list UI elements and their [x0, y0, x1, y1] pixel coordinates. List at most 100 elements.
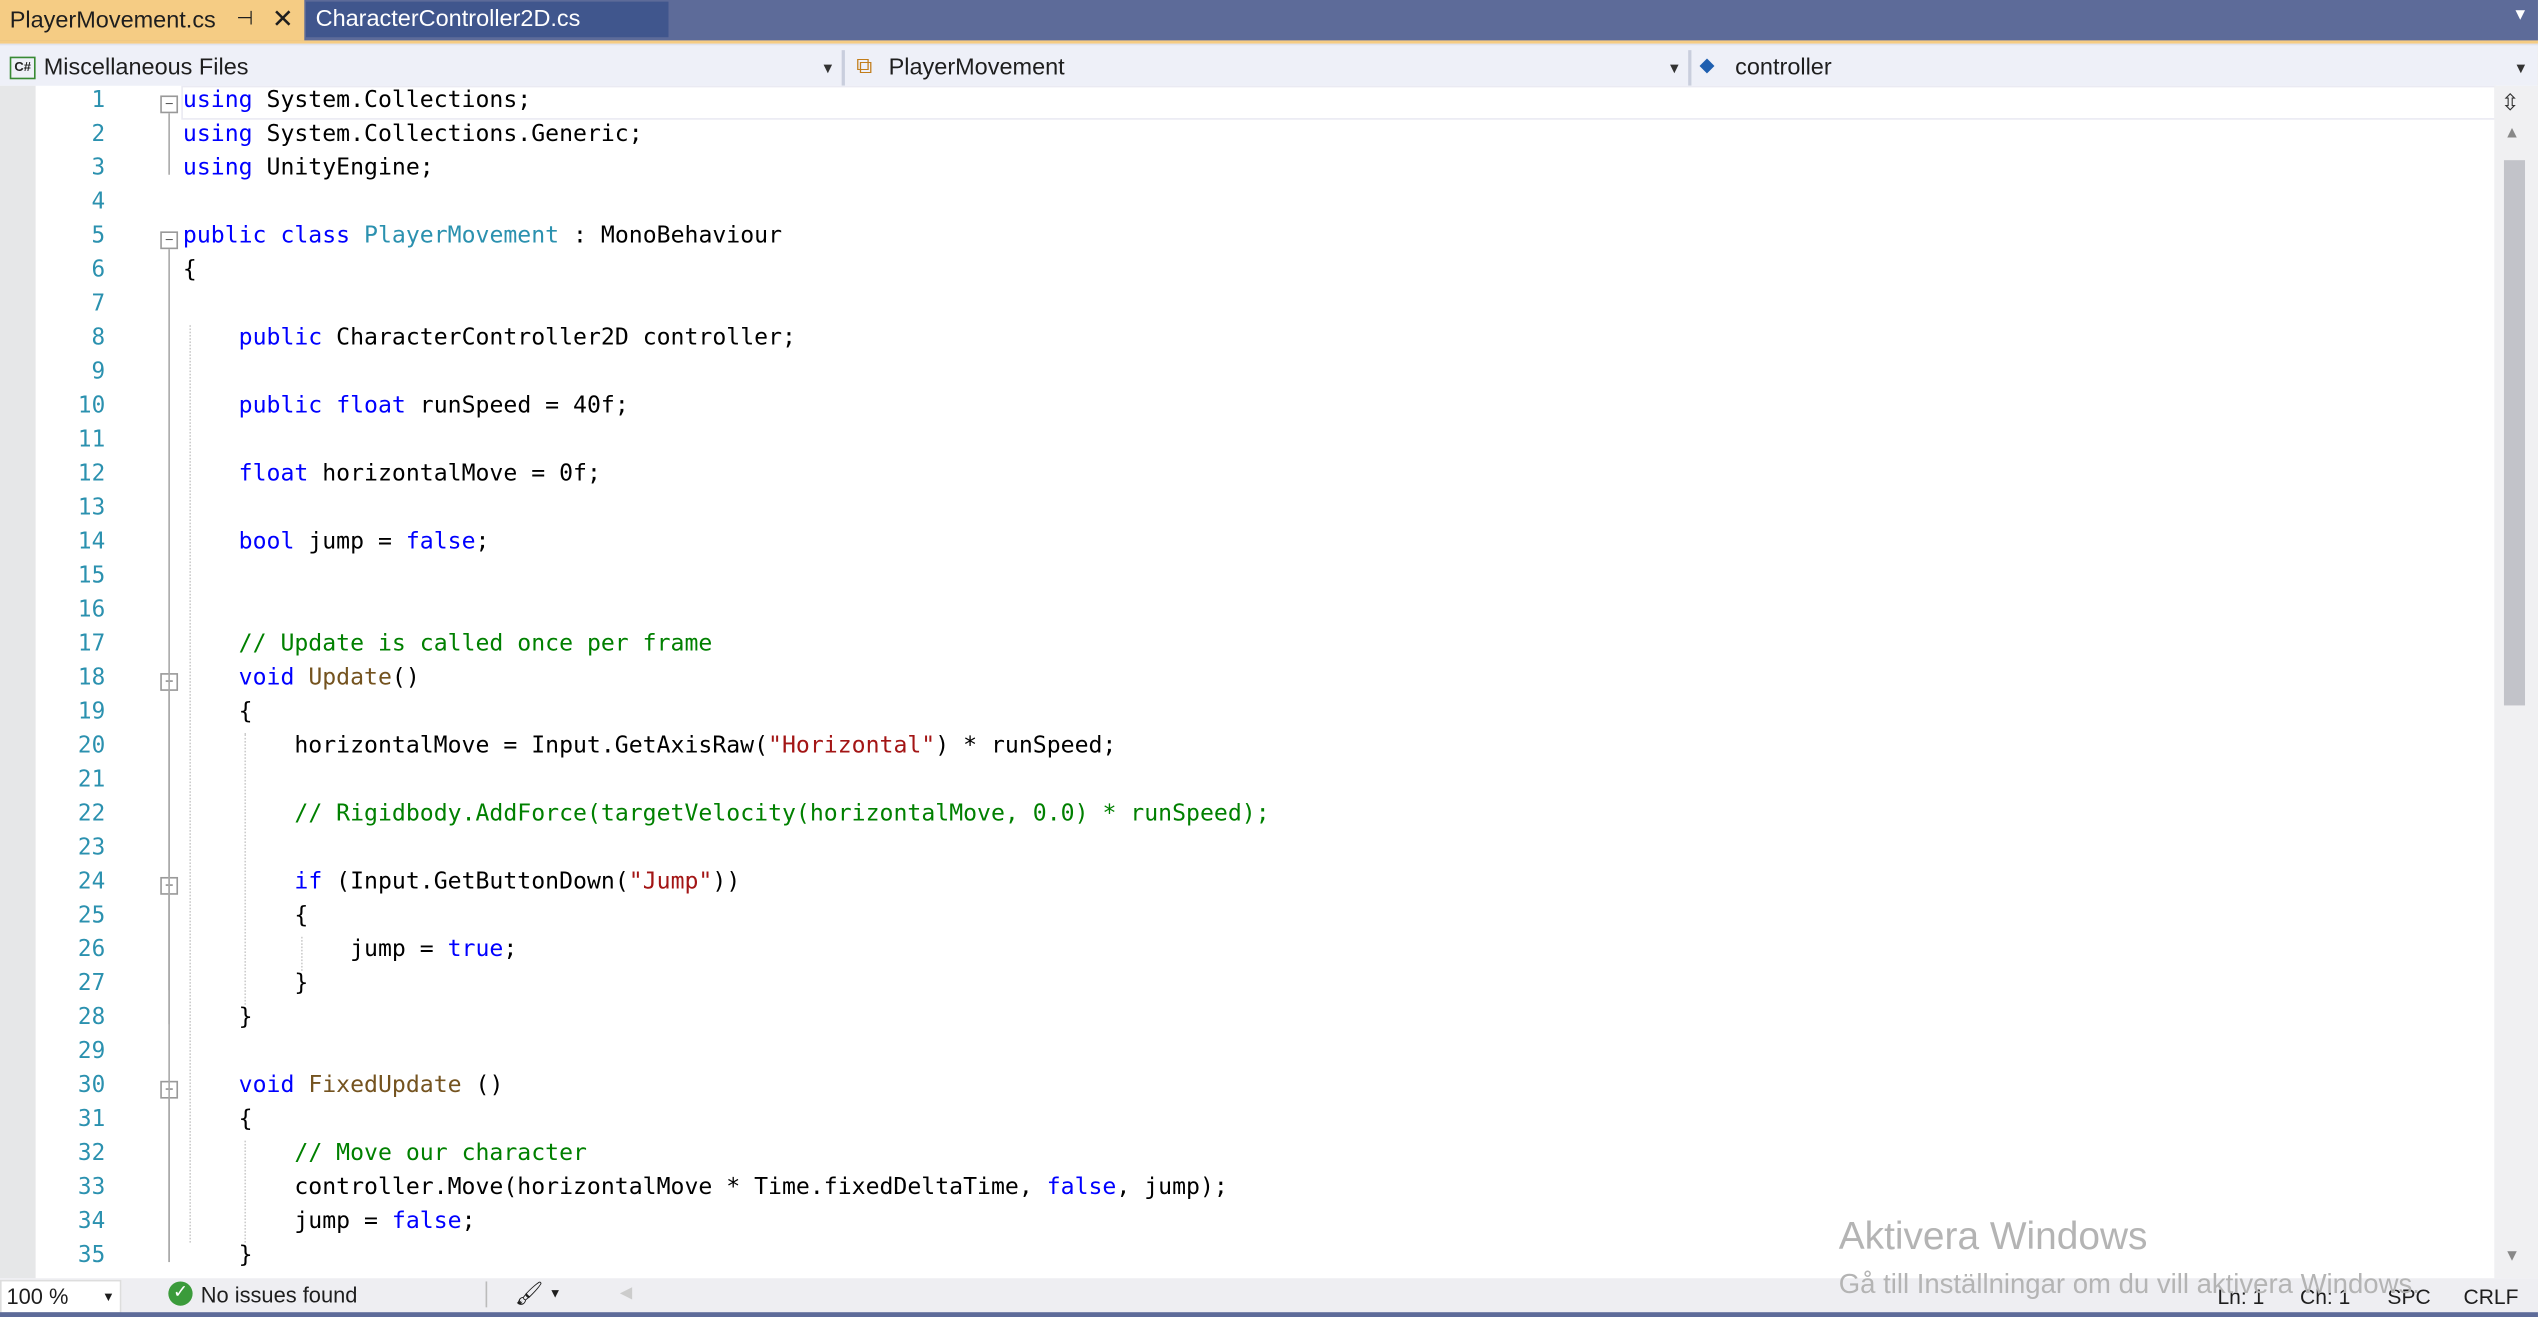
code-line[interactable]: // Rigidbody.AddForce(targetVelocity(hor…	[183, 801, 1270, 827]
scroll-up-icon[interactable]: ▲	[2504, 125, 2520, 143]
line-number: 32	[77, 1140, 106, 1167]
close-tab-icon[interactable]: ✕	[272, 3, 294, 35]
code-line[interactable]: using System.Collections.Generic;	[183, 121, 643, 147]
keyword-token: public	[238, 393, 323, 420]
code-line[interactable]: // Update is called once per frame	[183, 631, 713, 657]
type-token: PlayerMovement	[364, 223, 560, 250]
code-line[interactable]: }	[183, 1005, 253, 1031]
plain-token: }	[182, 1242, 253, 1269]
line-number: 35	[77, 1242, 106, 1269]
plain-token: (Input.GetButtonDown(	[322, 868, 629, 895]
plain-token: {	[182, 698, 253, 725]
csharp-file-icon: C#	[9, 56, 36, 80]
keyword-token: false	[1046, 1174, 1117, 1201]
plain-token: runSpeed = 40f;	[405, 393, 629, 420]
vertical-scrollbar[interactable]: ⇳ ▲ ▼	[2494, 85, 2538, 1279]
plain-token: ) * runSpeed;	[935, 732, 1117, 759]
zoom-value: 100 %	[6, 1284, 69, 1309]
code-line[interactable]: bool jump = false;	[183, 529, 490, 555]
code-line[interactable]: {	[183, 1107, 253, 1133]
keyword-token: public	[182, 223, 267, 250]
code-line[interactable]: {	[183, 699, 253, 725]
code-cleanup-brush-icon[interactable]: 🖌	[515, 1280, 544, 1308]
line-number: 9	[91, 359, 106, 386]
keyword-token: true	[447, 936, 504, 963]
chevron-down-icon[interactable]: ▼	[549, 1286, 562, 1301]
line-number: 16	[77, 597, 106, 623]
code-line[interactable]: }	[183, 1243, 253, 1269]
line-ending-indicator[interactable]: CRLF	[2464, 1285, 2519, 1309]
code-line[interactable]: public CharacterController2D controller;	[183, 325, 796, 351]
method-token: Update	[308, 664, 392, 691]
class-dropdown[interactable]: ⧉ PlayerMovement ▼	[848, 49, 1686, 88]
line-number: 4	[91, 189, 106, 216]
code-line[interactable]: jump = false;	[182, 1208, 476, 1235]
code-line[interactable]: jump = true;	[183, 937, 517, 963]
code-line[interactable]: horizontalMove = Input.GetAxisRaw("Horiz…	[183, 733, 1116, 759]
member-dropdown[interactable]: ◆ controller ▼	[1693, 49, 2535, 88]
code-line[interactable]: using System.Collections;	[183, 87, 531, 113]
comment-token: // Update is called once per frame	[238, 631, 713, 657]
tab-character-controller[interactable]: CharacterController2D.cs	[305, 1, 669, 38]
project-label: Miscellaneous Files	[43, 55, 249, 81]
visual-studio-editor: PlayerMovement.cs ⊣ ✕ CharacterControlle…	[0, 0, 2538, 1317]
plain-token: {	[182, 1106, 253, 1133]
line-number: 6	[91, 257, 106, 284]
code-line[interactable]: public float runSpeed = 40f;	[183, 393, 629, 419]
code-line[interactable]: if (Input.GetButtonDown("Jump"))	[183, 869, 740, 895]
tab-overflow-dropdown-icon[interactable]: ▼	[2512, 6, 2528, 24]
code-editor[interactable]: ⇳ ▲ ▼ Aktivera Windows Gå till Inställni…	[0, 85, 2538, 1299]
line-number: 3	[91, 155, 106, 182]
code-line[interactable]: public class PlayerMovement : MonoBehavi…	[183, 223, 782, 249]
code-line[interactable]: {	[183, 257, 197, 283]
code-line[interactable]: void Update()	[183, 665, 420, 691]
indent-guide	[301, 936, 303, 971]
chevron-down-icon: ▼	[1667, 59, 1682, 77]
line-number: 22	[77, 800, 106, 827]
plain-token: System.Collections.Generic;	[252, 121, 643, 148]
plain-token: ;	[461, 1208, 476, 1235]
document-tab-bar: PlayerMovement.cs ⊣ ✕ CharacterControlle…	[0, 0, 2538, 41]
field-icon: ◆	[1699, 53, 1715, 77]
project-dropdown[interactable]: C# Miscellaneous Files ▼	[0, 49, 842, 88]
code-line[interactable]: using UnityEngine;	[183, 155, 434, 181]
line-number: 23	[77, 834, 106, 861]
scroll-down-icon[interactable]: ▼	[2504, 1247, 2520, 1265]
collapse-region-icon[interactable]: −	[160, 95, 179, 114]
issues-status[interactable]: No issues found	[201, 1283, 358, 1307]
keyword-token: void	[238, 664, 295, 691]
window-border	[0, 1312, 2538, 1317]
collapse-region-icon[interactable]: −	[160, 231, 179, 250]
line-number: 15	[77, 563, 106, 589]
chevron-down-icon: ▼	[101, 1289, 115, 1305]
code-line[interactable]: void FixedUpdate ()	[183, 1073, 504, 1099]
plain-token: jump =	[294, 529, 406, 555]
keyword-token: bool	[238, 529, 295, 555]
line-number: 11	[77, 427, 106, 454]
line-number: 27	[77, 970, 106, 997]
plain-token: ;	[503, 936, 518, 963]
plain-token: ))	[712, 868, 741, 895]
outline-bracket	[168, 1098, 170, 1263]
tab-player-movement[interactable]: PlayerMovement.cs ⊣ ✕	[0, 0, 305, 41]
pin-icon[interactable]: ⊣	[236, 6, 253, 29]
scrollbar-thumb[interactable]	[2503, 160, 2526, 706]
code-line[interactable]: controller.Move(horizontalMove * Time.fi…	[183, 1175, 1228, 1201]
zoom-dropdown[interactable]: 100 % ▼	[0, 1279, 122, 1314]
line-number: 20	[77, 732, 106, 759]
scroll-left-icon[interactable]: ◀	[620, 1285, 632, 1303]
line-number: 33	[77, 1174, 106, 1201]
plain-token: jump =	[182, 1208, 392, 1235]
keyword-token: public	[238, 325, 323, 352]
split-window-icon[interactable]: ⇳	[2501, 89, 2520, 117]
divider	[485, 1281, 488, 1308]
code-line[interactable]: float horizontalMove = 0f;	[183, 461, 601, 487]
